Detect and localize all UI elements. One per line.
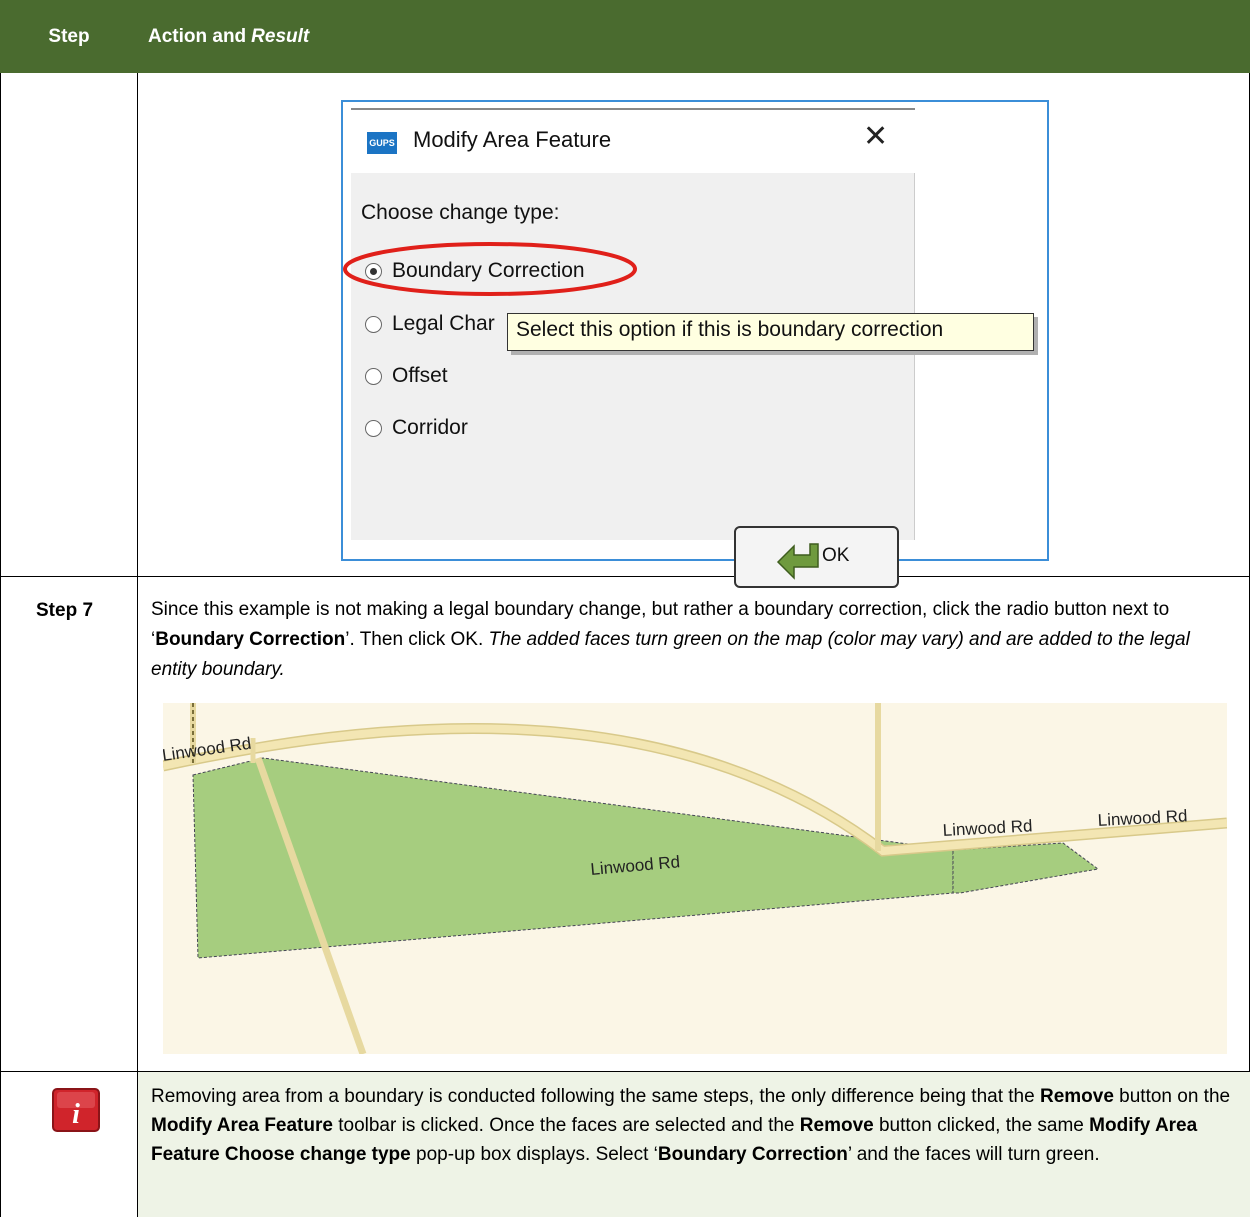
info-icon: i	[31, 1083, 123, 1141]
dialog-title: Modify Area Feature	[413, 127, 612, 152]
radio-offset[interactable]: Offset	[365, 364, 448, 388]
note-text-part: Removing area from a boundary is conduct…	[151, 1086, 1040, 1107]
ok-arrow-icon	[776, 543, 819, 580]
note-text-part: ’ and the faces will turn green.	[847, 1144, 1100, 1165]
added-face-polygon	[952, 842, 1100, 894]
change-type-prompt: Choose change type:	[361, 201, 560, 224]
svg-text:i: i	[72, 1099, 80, 1130]
radio-unselected-icon[interactable]	[365, 315, 382, 333]
note-text-part: button clicked, the same	[873, 1115, 1090, 1136]
added-face-polygon	[192, 757, 954, 959]
note-text-part: button on the	[1113, 1086, 1231, 1107]
note-text: Removing area from a boundary is conduct…	[151, 1082, 1236, 1169]
procedure-table: Step Action and Result GUPS Modify Area …	[0, 0, 1250, 1217]
radio-unselected-icon[interactable]	[365, 419, 382, 437]
radio-label: Legal Char	[392, 312, 495, 335]
note-text-bold: Boundary Correction	[657, 1144, 848, 1165]
radio-legal-change[interactable]: Legal Char	[365, 312, 495, 336]
radio-unselected-icon[interactable]	[365, 367, 382, 385]
close-icon[interactable]: ✕	[863, 122, 888, 152]
step-text: ’. Then click OK.	[345, 629, 489, 650]
map-svg: Linwood Rd Linwood Rd Linwood Rd Linwood…	[163, 703, 1227, 1054]
step-label: Step 7	[36, 600, 94, 621]
step-text-bold: Boundary Correction	[155, 629, 346, 650]
note-text-part: toolbar is clicked. Once the faces are s…	[332, 1115, 800, 1136]
radio-label: Offset	[392, 364, 448, 387]
note-text-bold: Modify Area Feature	[151, 1115, 333, 1136]
ok-label: OK	[822, 545, 850, 566]
note-text-bold: Remove	[799, 1115, 874, 1136]
column-divider	[137, 73, 138, 1217]
highlight-ellipse	[343, 242, 637, 296]
header-step: Step	[48, 25, 90, 47]
ok-button[interactable]: OK	[734, 526, 899, 588]
table-header: Step Action and Result	[0, 0, 1250, 73]
dialog-edge	[914, 173, 915, 540]
tooltip: Select this option if this is boundary c…	[507, 313, 1034, 351]
map-screenshot: Linwood Rd Linwood Rd Linwood Rd Linwood…	[163, 703, 1227, 1054]
radio-label: Corridor	[392, 416, 468, 439]
note-text-bold: Remove	[1039, 1086, 1114, 1107]
note-text-part: pop-up box displays. Select ‘	[410, 1144, 658, 1165]
app-icon: GUPS	[367, 132, 397, 154]
step-description: Since this example is not making a legal…	[151, 595, 1231, 685]
dialog-body: Choose change type: Boundary Correction …	[351, 173, 915, 588]
header-action-text: Action and	[148, 25, 247, 47]
header-action-italic: Result	[251, 25, 310, 47]
row-divider	[0, 576, 1250, 577]
table-border-left	[0, 73, 1, 1217]
header-action: Action and Result	[148, 0, 309, 73]
dialog-title-bar: GUPS Modify Area Feature ✕	[351, 110, 915, 173]
radio-corridor[interactable]: Corridor	[365, 416, 468, 440]
